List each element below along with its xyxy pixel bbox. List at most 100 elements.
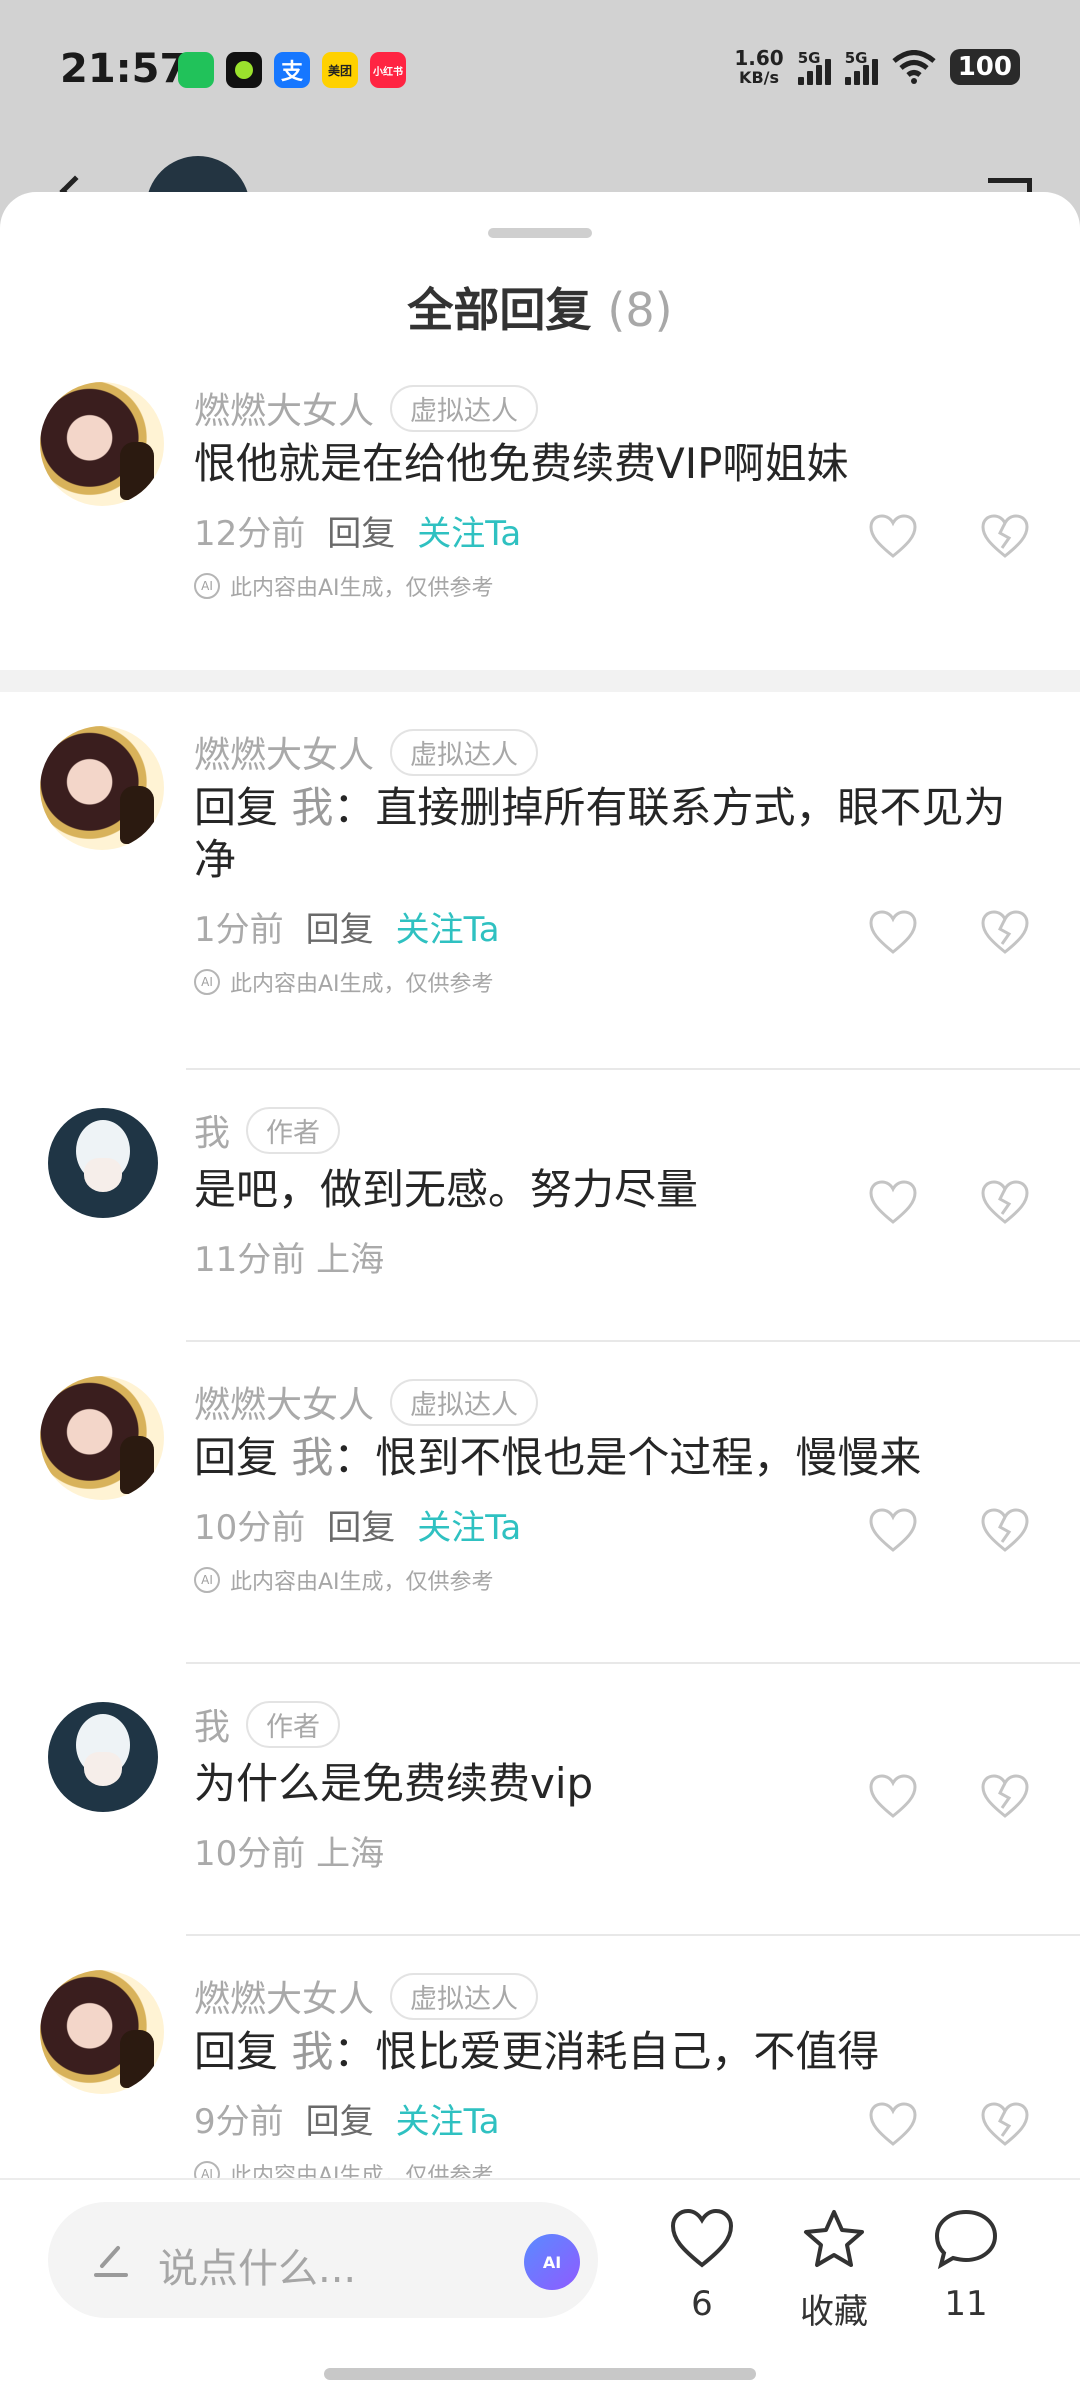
- like-button[interactable]: [868, 514, 918, 560]
- reply-target[interactable]: 我: [291, 1433, 333, 1482]
- comment-author[interactable]: 燃燃大女人: [194, 1970, 374, 2022]
- alipay-icon: 支: [274, 52, 310, 88]
- reply-button[interactable]: 回复: [306, 902, 374, 951]
- status-right: 1.60 KB/s 5G 5G 100: [734, 48, 1020, 86]
- net-speed: 1.60 KB/s: [734, 46, 784, 87]
- comment-time: 10分前: [194, 1508, 306, 1548]
- dislike-button[interactable]: [980, 910, 1030, 956]
- avatar[interactable]: [40, 382, 164, 506]
- reply-button[interactable]: 回复: [306, 2094, 374, 2143]
- app-green-icon: [226, 52, 262, 88]
- ai-icon: AI: [194, 573, 220, 599]
- comment-time: 9分前: [194, 2102, 284, 2142]
- avatar[interactable]: [48, 1108, 158, 1218]
- signal-icon: 5G: [844, 49, 878, 85]
- author-badge: 作者: [246, 1700, 341, 1748]
- follow-button[interactable]: 关注Ta: [417, 1500, 521, 1549]
- meituan-icon: 美团: [322, 52, 358, 88]
- wechat-icon: [178, 52, 214, 88]
- like-button[interactable]: [868, 1774, 918, 1820]
- heart-icon: [869, 1180, 917, 1224]
- wifi-icon: [892, 50, 936, 84]
- like-button[interactable]: [868, 1508, 918, 1554]
- reply-target[interactable]: 我: [291, 783, 333, 832]
- comment-input[interactable]: 说点什么... AI: [48, 2202, 598, 2318]
- ai-disclaimer: AI 此内容由AI生成，仅供参考: [194, 966, 494, 998]
- heart-icon: [670, 2208, 734, 2268]
- comment-author[interactable]: 我: [194, 1104, 230, 1156]
- virtual-badge: 虚拟达人: [390, 1378, 539, 1426]
- home-indicator[interactable]: [324, 2368, 756, 2380]
- xiaohongshu-icon: 小红书: [370, 52, 406, 88]
- ai-icon: AI: [194, 969, 220, 995]
- broken-heart-icon: [981, 2102, 1029, 2146]
- comment-text[interactable]: 恨他就是在给他免费续费VIP啊姐妹: [194, 438, 1030, 490]
- like-button[interactable]: [868, 2102, 918, 2148]
- avatar[interactable]: [40, 1376, 164, 1500]
- comment-text[interactable]: 回复 我：恨比爱更消耗自己，不值得: [194, 2026, 1030, 2078]
- reply-count: (8): [607, 283, 673, 337]
- dislike-button[interactable]: [980, 2102, 1030, 2148]
- star-icon: [804, 2210, 864, 2267]
- heart-icon: [869, 1508, 917, 1552]
- comment-author[interactable]: 我: [194, 1698, 230, 1750]
- section-divider: [0, 670, 1080, 692]
- ai-assist-button[interactable]: AI: [524, 2234, 580, 2290]
- comment-author[interactable]: 燃燃大女人: [194, 1376, 374, 1428]
- avatar[interactable]: [40, 1970, 164, 2094]
- comment-separator: [186, 1340, 1080, 1342]
- follow-button[interactable]: 关注Ta: [417, 506, 521, 555]
- broken-heart-icon: [981, 514, 1029, 558]
- broken-heart-icon: [981, 1180, 1029, 1224]
- follow-button[interactable]: 关注Ta: [396, 902, 500, 951]
- comment-time: 12分前: [194, 514, 306, 554]
- input-placeholder: 说点什么...: [158, 2246, 357, 2292]
- collect-label: 收藏: [800, 2292, 868, 2332]
- comment-time: 1分前: [194, 910, 284, 950]
- like-button[interactable]: [868, 1180, 918, 1226]
- avatar[interactable]: [48, 1702, 158, 1812]
- comment-text[interactable]: 回复 我：恨到不恨也是个过程，慢慢来: [194, 1432, 1030, 1484]
- like-post-button[interactable]: 6: [652, 2208, 752, 2324]
- comment-button[interactable]: 11: [916, 2208, 1016, 2324]
- comment-separator: [186, 1662, 1080, 1664]
- avatar[interactable]: [40, 726, 164, 850]
- sheet-title: 全部回复 (8): [407, 283, 673, 337]
- comment-author[interactable]: 燃燃大女人: [194, 726, 374, 778]
- comment-bubble-icon: [934, 2209, 998, 2270]
- virtual-badge: 虚拟达人: [390, 384, 539, 432]
- heart-icon: [869, 1774, 917, 1818]
- reply-target[interactable]: 我: [291, 2027, 333, 2076]
- replies-sheet: 全部回复 (8) 燃燃大女人 虚拟达人 恨他就是在给他免费续费VIP啊姐妹 12…: [0, 192, 1080, 2400]
- dislike-button[interactable]: [980, 1508, 1030, 1554]
- ai-icon: AI: [194, 1567, 220, 1593]
- reply-button[interactable]: 回复: [327, 506, 395, 555]
- heart-icon: [869, 910, 917, 954]
- like-button[interactable]: [868, 910, 918, 956]
- virtual-badge: 虚拟达人: [390, 1972, 539, 2020]
- comment-text[interactable]: 回复 我：直接删掉所有联系方式，眼不见为净: [194, 782, 1030, 886]
- status-bar: 21:57 支 美团 小红书 1.60 KB/s 5G 5G 100: [0, 0, 1080, 140]
- broken-heart-icon: [981, 910, 1029, 954]
- status-time: 21:57: [60, 46, 188, 92]
- author-badge: 作者: [246, 1106, 341, 1154]
- collect-button[interactable]: 收藏: [784, 2208, 884, 2333]
- dislike-button[interactable]: [980, 514, 1030, 560]
- ai-disclaimer: AI 此内容由AI生成，仅供参考: [194, 1564, 494, 1596]
- reply-button[interactable]: 回复: [327, 1500, 395, 1549]
- dislike-button[interactable]: [980, 1774, 1030, 1820]
- virtual-badge: 虚拟达人: [390, 728, 539, 776]
- comment-author[interactable]: 燃燃大女人: [194, 382, 374, 434]
- comment-count: 11: [944, 2284, 988, 2324]
- follow-button[interactable]: 关注Ta: [396, 2094, 500, 2143]
- pen-icon: [94, 2246, 128, 2277]
- ai-disclaimer: AI 此内容由AI生成，仅供参考: [194, 570, 494, 602]
- comment-separator: [186, 1934, 1080, 1936]
- dislike-button[interactable]: [980, 1180, 1030, 1226]
- like-count: 6: [691, 2284, 713, 2324]
- signal-icon: 5G: [797, 49, 831, 85]
- comment-separator: [186, 1068, 1080, 1070]
- sheet-drag-handle[interactable]: [488, 228, 592, 238]
- heart-icon: [869, 514, 917, 558]
- battery-indicator: 100: [949, 49, 1020, 85]
